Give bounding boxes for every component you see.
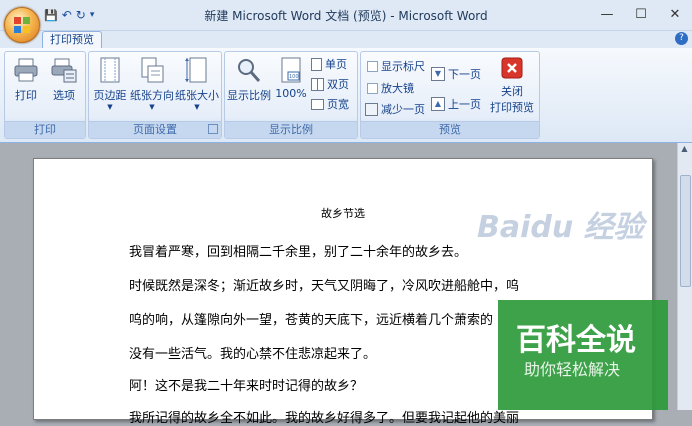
chevron-down-icon: ▼	[107, 103, 113, 111]
close-icon	[501, 57, 523, 79]
group-zoom: 显示比例 100 100% 单页 双页 页宽 显示比例	[224, 51, 358, 139]
baidu-watermark: Baidu 经验	[477, 210, 644, 245]
next-page-label: 下一页	[448, 68, 481, 81]
brand-watermark-title: 百科全说	[516, 323, 636, 358]
ribbon-tab-row: 打印预览 ?	[0, 31, 692, 49]
magnifier-checkbox[interactable]: 放大镜	[367, 80, 414, 96]
group-print-label: 打印	[5, 121, 85, 138]
one-page-button[interactable]: 单页	[311, 56, 347, 72]
one-page-label: 单页	[325, 58, 347, 71]
previous-page-label: 上一页	[448, 98, 481, 111]
zoom-100-icon: 100	[281, 57, 301, 83]
zoom-button[interactable]: 显示比例	[227, 56, 271, 103]
document-line: 我冒着严寒，回到相隔二千余里，别了二十余年的故乡去。	[129, 245, 468, 260]
group-preview: 显示标尺 放大镜 减少一页 ▼ 下一页 ▲ 上一页 关闭 打印预览 预览	[360, 51, 540, 139]
maximize-button[interactable]: ☐	[624, 0, 658, 28]
group-print: 打印 选项 打印	[4, 51, 86, 139]
show-ruler-checkbox[interactable]: 显示标尺	[367, 58, 425, 74]
group-page-setup-label: 页面设置	[89, 121, 221, 138]
printer-icon	[14, 58, 38, 82]
document-line: 时候既然是深冬；渐近故乡时，天气又阴晦了，冷风吹进船舱中，呜	[129, 279, 520, 294]
next-page-icon: ▼	[431, 67, 445, 81]
zoom-100-button[interactable]: 100 100%	[273, 56, 309, 100]
shrink-one-page-icon	[365, 102, 378, 116]
close-preview-label-line2: 打印预览	[490, 101, 534, 114]
one-page-icon	[311, 57, 322, 71]
orientation-button[interactable]: 纸张方向 ▼	[129, 56, 175, 111]
show-ruler-checkbox-box[interactable]	[367, 60, 378, 72]
orientation-icon	[141, 57, 164, 83]
paper-size-label: 纸张大小	[175, 89, 219, 102]
chevron-down-icon: ▼	[149, 103, 155, 111]
paper-size-icon	[185, 57, 207, 83]
margins-button[interactable]: 页边距 ▼	[91, 56, 129, 111]
window-controls: — ☐ ✕	[590, 0, 692, 28]
office-button[interactable]	[4, 7, 40, 43]
previous-page-button[interactable]: ▲ 上一页	[431, 96, 481, 112]
group-zoom-label: 显示比例	[225, 121, 357, 138]
ribbon: 打印 选项 打印 页边距 ▼ 纸张方向 ▼ 纸张大小 ▼ 页面设置 显示比例 1…	[0, 48, 692, 143]
two-pages-button[interactable]: 双页	[311, 76, 349, 92]
tab-print-preview[interactable]: 打印预览	[42, 31, 102, 49]
page-width-icon	[311, 98, 324, 110]
close-preview-label-line1: 关闭	[501, 85, 523, 98]
show-ruler-label: 显示标尺	[381, 60, 425, 73]
zoom-label: 显示比例	[227, 89, 271, 102]
previous-page-icon: ▲	[431, 97, 445, 111]
print-button-label: 打印	[15, 89, 37, 102]
close-preview-button[interactable]: 关闭 打印预览	[489, 56, 535, 115]
help-icon[interactable]: ?	[675, 32, 688, 45]
scroll-up-icon[interactable]: ▲	[679, 144, 690, 155]
group-page-setup: 页边距 ▼ 纸张方向 ▼ 纸张大小 ▼ 页面设置	[88, 51, 222, 139]
group-preview-label: 预览	[361, 121, 539, 138]
scrollbar-thumb[interactable]	[680, 175, 691, 287]
zoom-100-label: 100%	[275, 87, 307, 100]
print-options-button[interactable]: 选项	[47, 56, 81, 103]
shrink-one-page-button[interactable]: 减少一页	[365, 101, 425, 117]
magnifier-label: 放大镜	[381, 82, 414, 95]
brand-watermark-tagline: 助你轻松解决	[524, 360, 621, 379]
document-line: 没有一些活气。我的心禁不住悲凉起来了。	[129, 347, 377, 362]
shrink-one-page-label: 减少一页	[381, 103, 425, 116]
chevron-down-icon: ▼	[194, 103, 200, 111]
margins-icon	[100, 57, 120, 83]
document-line: 阿！这不是我二十年来时时记得的故乡？	[129, 379, 364, 394]
minimize-button[interactable]: —	[590, 0, 624, 28]
magnifier-checkbox-box[interactable]	[367, 82, 378, 94]
document-line: 呜的响，从篷隙向外一望，苍黄的天底下，远近横着几个萧索的	[129, 313, 494, 328]
paper-size-button[interactable]: 纸张大小 ▼	[175, 56, 219, 111]
vertical-scrollbar[interactable]: ▲	[677, 143, 692, 410]
window-title: 新建 Microsoft Word 文档 (预览) - Microsoft Wo…	[204, 9, 488, 23]
magnifier-icon	[238, 59, 261, 82]
page-width-label: 页宽	[327, 98, 349, 111]
print-button[interactable]: 打印	[9, 56, 43, 103]
title-bar: 💾 ↶ ↻ ▾ 新建 Microsoft Word 文档 (预览) - Micr…	[0, 0, 692, 31]
page-width-button[interactable]: 页宽	[311, 96, 349, 112]
close-window-button[interactable]: ✕	[658, 0, 692, 28]
print-options-label: 选项	[53, 89, 75, 102]
next-page-button[interactable]: ▼ 下一页	[431, 66, 481, 82]
margins-label: 页边距	[93, 89, 127, 102]
print-options-icon	[51, 58, 77, 83]
dialog-launcher-icon[interactable]	[208, 124, 218, 134]
two-pages-label: 双页	[327, 78, 349, 91]
orientation-label: 纸张方向	[130, 89, 174, 102]
office-logo-icon	[14, 17, 30, 33]
svg-text:100: 100	[289, 74, 299, 80]
two-pages-icon	[311, 77, 324, 91]
